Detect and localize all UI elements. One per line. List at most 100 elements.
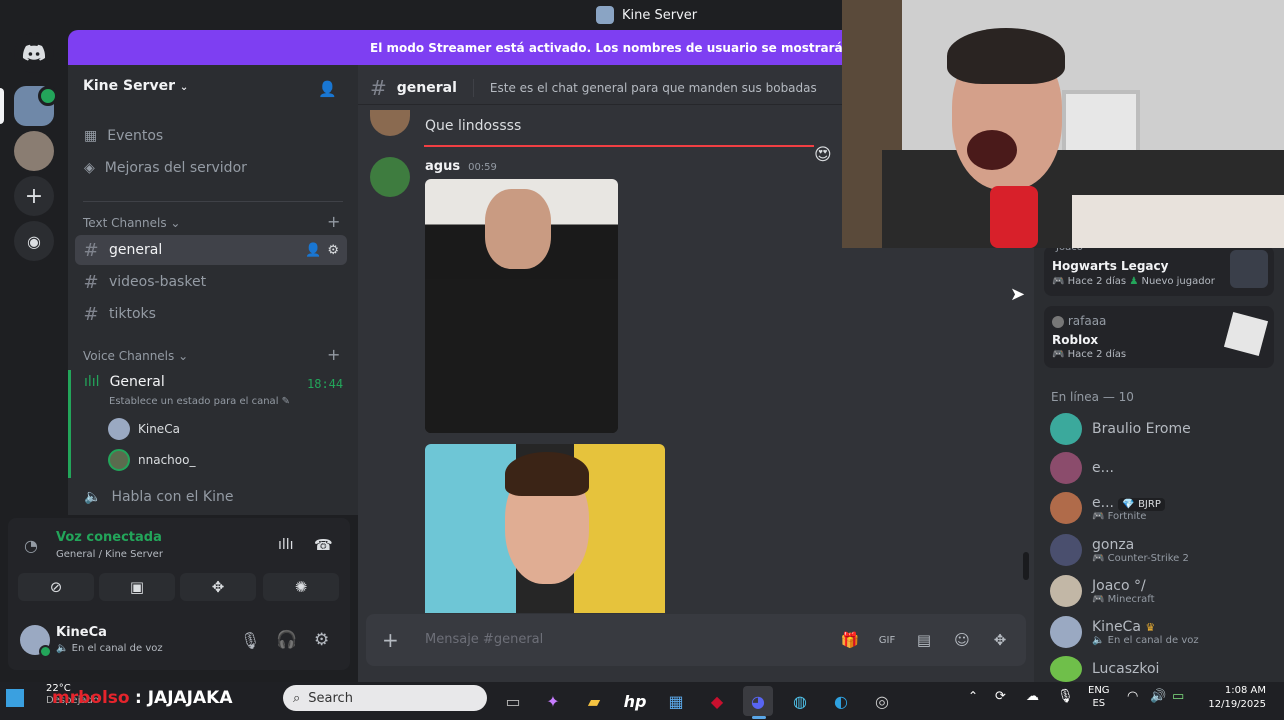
create-invite-icon[interactable]: 👤: [305, 243, 321, 258]
add-text-channel-icon[interactable]: +: [327, 212, 340, 231]
clan-badge[interactable]: 💎 BJRP: [1118, 497, 1165, 511]
online-header: En línea — 10: [1051, 390, 1134, 404]
avatar[interactable]: [370, 157, 410, 197]
member-row[interactable]: Lucaszkoi: [1050, 656, 1159, 682]
activity-card-roblox[interactable]: rafaaa Roblox 🎮 Hace 2 días: [1044, 306, 1274, 368]
screen-share-button[interactable]: ▣: [99, 573, 175, 601]
gift-icon[interactable]: 🎁: [840, 630, 860, 650]
voice-channels-category[interactable]: Voice Channels ⌄: [83, 349, 188, 363]
copilot-icon[interactable]: ✦: [538, 686, 568, 716]
disconnect-icon[interactable]: ☎: [314, 536, 333, 554]
member-name: KineCa: [1092, 618, 1141, 635]
stream-overlay-user: mrbolso: [52, 688, 130, 708]
clock[interactable]: 1:08 AM 12/19/2025: [1206, 684, 1266, 712]
avatar: [108, 418, 130, 440]
reaction-emoji-icon[interactable]: 😍: [814, 145, 832, 165]
microphone-icon[interactable]: 🎙: [240, 631, 260, 650]
file-explorer-icon[interactable]: ▰: [579, 686, 609, 716]
soundboard-button[interactable]: ✺: [263, 573, 339, 601]
activities-button[interactable]: ✥: [180, 573, 256, 601]
activity-card-hogwarts[interactable]: Joaco Hogwarts Legacy 🎮 Hace 2 días ♟ Nu…: [1044, 242, 1274, 296]
camera-off-button[interactable]: ⊘: [18, 573, 94, 601]
channel-topic[interactable]: Este es el chat general para que manden …: [490, 81, 817, 95]
activity-meta-text: Hace 2 días: [1067, 349, 1127, 360]
message-timestamp: 00:59: [468, 162, 497, 173]
wifi-icon[interactable]: ◠: [1127, 689, 1138, 704]
discord-home-icon[interactable]: [14, 33, 54, 73]
headphones-icon[interactable]: 🎧: [276, 630, 297, 650]
gamepad-icon: 🎮: [1052, 349, 1065, 360]
attach-plus-icon[interactable]: +: [382, 628, 399, 652]
discord-taskbar-icon[interactable]: ◕: [743, 686, 773, 716]
member-row[interactable]: gonza 🎮 Counter-Strike 2: [1050, 534, 1189, 566]
activity-user: rafaaa: [1067, 314, 1107, 328]
apps-icon[interactable]: ✥: [990, 630, 1010, 650]
obs-icon[interactable]: ◎: [867, 686, 897, 716]
voice-user-nnachoo[interactable]: nnachoo_: [108, 449, 195, 471]
active-server-indicator: [0, 88, 4, 124]
channel-videos-basket[interactable]: # videos-basket: [75, 267, 347, 297]
taskbar-search[interactable]: ⌕ Search: [283, 685, 487, 711]
add-voice-channel-icon[interactable]: +: [327, 345, 340, 364]
hp-icon[interactable]: hp: [620, 686, 650, 716]
text-channels-category[interactable]: Text Channels ⌄: [83, 216, 180, 230]
member-row[interactable]: KineCa ♛ 🔈 En el canal de voz: [1050, 616, 1199, 648]
noise-suppression-icon[interactable]: ıllı: [278, 537, 294, 553]
user-status: 🔈 En el canal de voz: [56, 643, 163, 654]
language-indicator[interactable]: ENG ES: [1088, 684, 1110, 710]
events-item[interactable]: ▦ Eventos: [84, 128, 163, 144]
battery-icon[interactable]: ▭: [1172, 689, 1184, 704]
activity-extra-text: Nuevo jugador: [1141, 276, 1215, 287]
server-boosts-item[interactable]: ◈ Mejoras del servidor: [84, 160, 247, 176]
screen-share-icon: ▣: [129, 578, 145, 596]
server-name-header[interactable]: Kine Server ⌄: [83, 78, 188, 94]
gamepad-icon: 🎮: [1052, 276, 1065, 287]
voice-connected-title[interactable]: Voz conectada: [56, 530, 162, 545]
voice-status-text[interactable]: Establece un estado para el canal ✎: [109, 396, 290, 407]
channel-label: videos-basket: [109, 274, 207, 290]
add-server-icon[interactable]: +: [14, 176, 54, 216]
voice-user-kineca[interactable]: KineCa: [108, 418, 180, 440]
member-row[interactable]: Braulio Erome: [1050, 413, 1191, 445]
invite-people-icon[interactable]: 👤: [318, 80, 337, 98]
gif-icon[interactable]: GIF: [877, 630, 897, 650]
voice-channel-habla[interactable]: 🔈 Habla con el Kine: [84, 489, 233, 505]
message-author[interactable]: agus: [425, 159, 460, 174]
member-activity: Minecraft: [1107, 593, 1155, 605]
calendar-icon: ▦: [84, 128, 98, 144]
explore-icon[interactable]: ◉: [14, 221, 54, 261]
settings-gear-icon[interactable]: ⚙: [314, 630, 329, 650]
sync-icon[interactable]: ⟳: [995, 689, 1006, 704]
scrollbar-thumb[interactable]: [1023, 552, 1029, 580]
widgets-icon[interactable]: [6, 689, 24, 707]
edge-icon[interactable]: ◐: [826, 686, 856, 716]
search-icon: ⌕: [293, 690, 301, 706]
user-name[interactable]: KineCa: [56, 625, 107, 640]
member-row[interactable]: e... 💎 BJRP 🎮 Fortnite: [1050, 492, 1165, 524]
mcafee-icon[interactable]: ◆: [702, 686, 732, 716]
onedrive-icon[interactable]: ☁: [1026, 689, 1039, 704]
channel-tiktoks[interactable]: # tiktoks: [75, 299, 347, 329]
channel-general[interactable]: # general 👤 ⚙: [75, 235, 347, 265]
server-avatar-icon[interactable]: [14, 131, 54, 171]
volume-icon[interactable]: 🔊: [1150, 689, 1166, 704]
image-attachment-1[interactable]: [425, 179, 618, 433]
member-row[interactable]: e...: [1050, 452, 1114, 484]
task-view-icon[interactable]: ▭: [498, 686, 528, 716]
voice-connected-subtitle[interactable]: General / Kine Server: [56, 549, 163, 560]
store-icon[interactable]: ▦: [661, 686, 691, 716]
lang-secondary: ES: [1092, 698, 1106, 709]
sticker-icon[interactable]: ▤: [914, 630, 934, 650]
mic-tray-icon[interactable]: 🎙: [1057, 689, 1074, 704]
image-attachment-2[interactable]: [425, 444, 665, 613]
channel-title: general: [396, 80, 457, 96]
chat-header: # general Este es el chat general para q…: [358, 72, 838, 104]
chrome-icon[interactable]: ◍: [785, 686, 815, 716]
gear-icon[interactable]: ⚙: [327, 243, 339, 258]
member-row[interactable]: Joaco °/🎮 Minecraft: [1050, 575, 1155, 607]
stream-overlay-text: : JAJAJAKA: [135, 688, 233, 708]
emoji-icon[interactable]: ☺: [952, 630, 972, 650]
voice-channel-general[interactable]: ılıl General: [84, 374, 165, 390]
chevron-up-icon[interactable]: ⌃: [968, 689, 978, 703]
message-input[interactable]: Mensaje #general: [425, 632, 543, 647]
